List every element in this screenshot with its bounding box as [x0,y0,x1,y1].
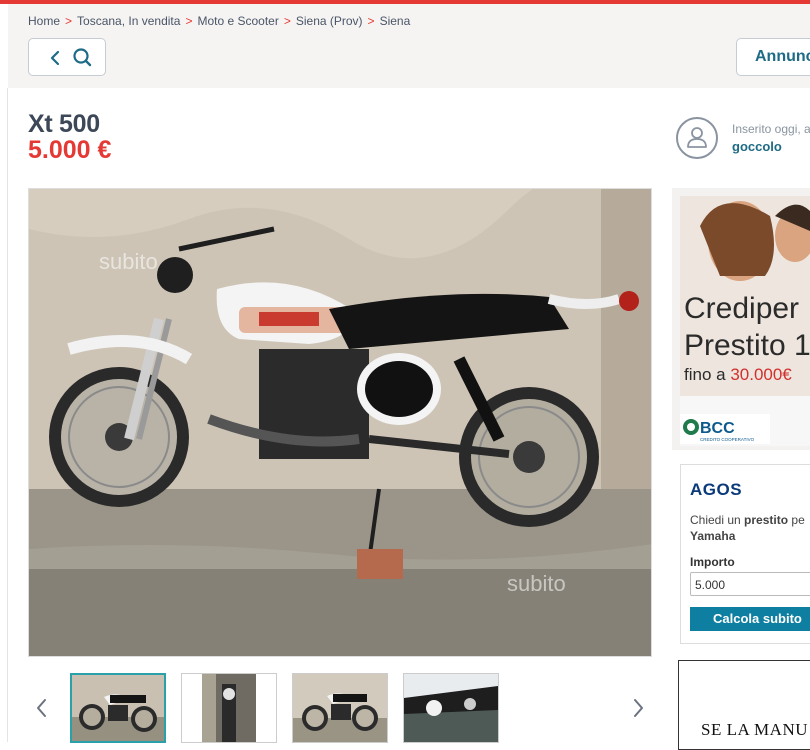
breadcrumb-separator: > [65,14,73,28]
chevron-left-icon [50,50,60,66]
user-avatar[interactable] [676,117,718,159]
back-search-icons [50,48,92,67]
breadcrumb-category[interactable]: Moto e Scooter [197,14,278,28]
breadcrumb-separator: > [185,14,193,28]
back-search-button[interactable] [28,38,106,76]
crediper-ad[interactable]: Crediper Prestito 10 fino a 30.000€ BCC … [672,188,810,450]
content-divider [7,88,8,742]
svg-text:CREDITO COOPERATIVO: CREDITO COOPERATIVO [700,437,755,442]
agos-ad-text: Chiedi un prestito pe Yamaha [690,513,805,543]
gallery-thumbnail[interactable] [70,673,166,743]
user-icon [687,127,707,148]
listing-title: Xt 500 [28,110,100,138]
ad-amount: fino a 30.000€ [684,365,792,384]
agos-logo: AGOS [690,480,743,499]
third-ad-text: SE LA MANU [701,720,809,739]
breadcrumb-home[interactable]: Home [28,14,60,28]
ad-headline: Crediper [684,292,800,325]
breadcrumb: Home > Toscana, In vendita > Moto e Scooter >… [28,14,410,28]
listing-price: 5.000 € [28,136,112,164]
chevron-right-icon[interactable] [628,696,648,720]
inserted-date: Inserito oggi, a [732,122,810,136]
motorcycle-photo: subito subito [29,189,651,656]
importo-input[interactable]: 5.000 [690,572,810,596]
gallery-thumbnail[interactable] [292,673,388,743]
announce-button[interactable]: Annunc [736,38,810,76]
chevron-left-icon[interactable] [32,696,52,720]
svg-text:BCC: BCC [700,420,735,437]
importo-label: Importo [690,555,735,569]
gallery-thumbnail[interactable] [181,673,277,743]
bcc-logo: BCC CREDITO COOPERATIVO [680,414,770,444]
breadcrumb-separator: > [367,14,375,28]
watermark-text: subito [99,249,158,274]
main-photo[interactable]: subito subito [28,188,652,657]
seller-username[interactable]: goccolo [732,139,782,154]
breadcrumb-province[interactable]: Siena (Prov) [296,14,363,28]
breadcrumb-region[interactable]: Toscana, In vendita [77,14,180,28]
gallery-thumbnail[interactable] [403,673,499,743]
ad-headline: Prestito 10 [684,329,810,362]
breadcrumb-city[interactable]: Siena [380,14,411,28]
search-icon [73,48,92,67]
breadcrumb-separator: > [283,14,291,28]
page-header: Home > Toscana, In vendita > Moto e Scooter >… [8,4,810,88]
calcola-button[interactable]: Calcola subito [690,607,810,631]
watermark-text: subito [507,571,566,596]
